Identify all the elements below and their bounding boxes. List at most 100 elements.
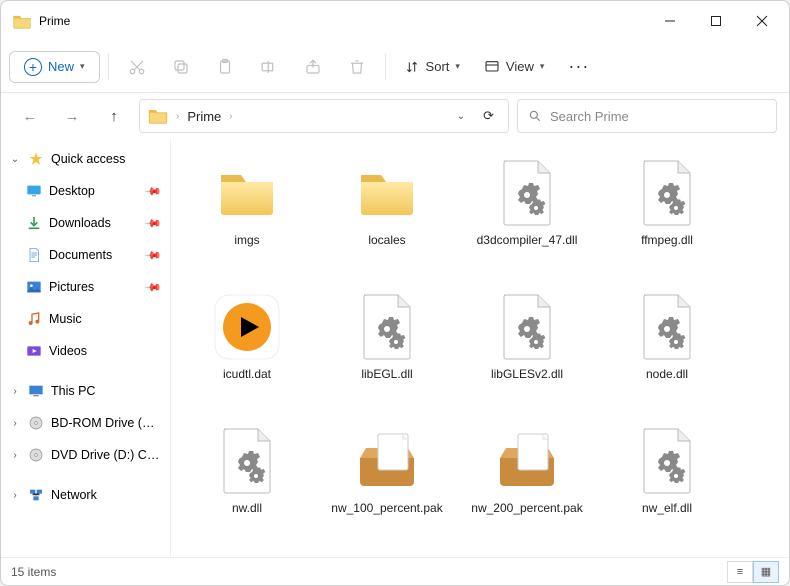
sidebar-item-this-pc[interactable]: › This PC xyxy=(3,375,168,407)
desktop-icon xyxy=(25,182,43,200)
sidebar-item-music[interactable]: Music xyxy=(3,303,168,335)
sidebar-item-label: This PC xyxy=(51,384,160,398)
file-item[interactable]: nw_100_percent.pak xyxy=(321,421,453,543)
disc-icon xyxy=(27,414,45,432)
file-icon xyxy=(351,425,423,497)
sidebar-item-label: BD-ROM Drive (E:) C xyxy=(51,416,160,430)
file-list[interactable]: imgslocales d3dcompiler_47.dll ffmpeg.dll i… xyxy=(171,139,789,557)
sidebar-item-documents[interactable]: Documents📌 xyxy=(3,239,168,271)
chevron-right-icon: › xyxy=(9,450,21,461)
file-item[interactable]: libGLESv2.dll xyxy=(461,287,593,409)
search-icon xyxy=(528,109,542,123)
search-input[interactable]: Search Prime xyxy=(517,99,777,133)
downloads-icon xyxy=(25,214,43,232)
body: ⌄ Quick access Desktop📌 Downloads📌 Docum… xyxy=(1,139,789,557)
sidebar-item-desktop[interactable]: Desktop📌 xyxy=(3,175,168,207)
file-name: icudtl.dat xyxy=(223,367,271,382)
sidebar-item-label: DVD Drive (D:) CCCC xyxy=(51,448,160,462)
chevron-down-icon: ▾ xyxy=(80,61,85,72)
large-icons-view-button[interactable]: ▦ xyxy=(753,561,779,583)
chevron-down-icon[interactable]: ⌄ xyxy=(453,111,469,122)
file-item[interactable]: nw_200_percent.pak xyxy=(461,421,593,543)
new-button[interactable]: + New ▾ xyxy=(9,51,100,83)
file-name: d3dcompiler_47.dll xyxy=(477,233,578,248)
file-item[interactable]: nw_elf.dll xyxy=(601,421,733,543)
file-item[interactable]: nw.dll xyxy=(181,421,313,543)
forward-button[interactable]: → xyxy=(55,99,89,133)
pictures-icon xyxy=(25,278,43,296)
videos-icon xyxy=(25,342,43,360)
file-item[interactable]: icudtl.dat xyxy=(181,287,313,409)
music-icon xyxy=(25,310,43,328)
maximize-button[interactable] xyxy=(693,5,739,37)
sidebar-item-network[interactable]: ›Network xyxy=(3,479,168,511)
file-item[interactable]: node.dll xyxy=(601,287,733,409)
sort-icon xyxy=(404,59,420,75)
more-button[interactable]: ··· xyxy=(558,56,599,77)
sidebar-item-quick-access[interactable]: ⌄ Quick access xyxy=(3,143,168,175)
file-item[interactable]: imgs xyxy=(181,153,313,275)
delete-button[interactable] xyxy=(337,49,377,85)
view-label: View xyxy=(506,59,534,74)
sidebar-item-pictures[interactable]: Pictures📌 xyxy=(3,271,168,303)
sidebar-item-label: Quick access xyxy=(51,152,160,166)
sidebar-item-label: Pictures xyxy=(49,280,140,294)
window-title: Prime xyxy=(39,14,70,28)
breadcrumb[interactable]: › Prime › ⌄ ⟳ xyxy=(139,99,509,133)
file-name: libEGL.dll xyxy=(361,367,412,382)
chevron-right-icon: › xyxy=(229,111,232,122)
back-button[interactable]: ← xyxy=(13,99,47,133)
file-icon xyxy=(491,157,563,229)
close-button[interactable] xyxy=(739,5,785,37)
address-bar: ← → ↑ › Prime › ⌄ ⟳ Search Prime xyxy=(1,93,789,139)
title-bar: Prime xyxy=(1,1,789,41)
details-view-button[interactable]: ≡ xyxy=(727,561,753,583)
minimize-button[interactable] xyxy=(647,5,693,37)
file-icon xyxy=(211,291,283,363)
chevron-down-icon: ⌄ xyxy=(9,154,21,165)
file-name: nw.dll xyxy=(232,501,262,516)
item-count: 15 items xyxy=(11,565,56,579)
sidebar-item-label: Music xyxy=(49,312,160,326)
file-icon xyxy=(211,425,283,497)
file-item[interactable]: locales xyxy=(321,153,453,275)
navigation-pane: ⌄ Quick access Desktop📌 Downloads📌 Docum… xyxy=(1,139,171,557)
copy-button[interactable] xyxy=(161,49,201,85)
sidebar-item-downloads[interactable]: Downloads📌 xyxy=(3,207,168,239)
sidebar-item-bdrom[interactable]: › BD-ROM Drive (E:) C xyxy=(3,407,168,439)
file-item[interactable]: ffmpeg.dll xyxy=(601,153,733,275)
chevron-right-icon: › xyxy=(9,386,21,397)
file-icon xyxy=(351,291,423,363)
chevron-down-icon: ▾ xyxy=(455,61,460,72)
sort-button[interactable]: Sort ▾ xyxy=(394,53,470,81)
file-item[interactable]: d3dcompiler_47.dll xyxy=(461,153,593,275)
sidebar-item-dvd[interactable]: › DVD Drive (D:) CCCC xyxy=(3,439,168,471)
folder-icon xyxy=(13,14,31,29)
star-icon xyxy=(27,150,45,168)
pin-icon: 📌 xyxy=(144,214,163,233)
pin-icon: 📌 xyxy=(144,182,163,201)
breadcrumb-item[interactable]: Prime xyxy=(187,109,221,124)
file-name: nw_100_percent.pak xyxy=(331,501,442,516)
file-name: nw_200_percent.pak xyxy=(471,501,582,516)
file-name: libGLESv2.dll xyxy=(491,367,563,382)
up-button[interactable]: ↑ xyxy=(97,99,131,133)
chevron-right-icon: › xyxy=(9,418,21,429)
file-icon xyxy=(631,157,703,229)
view-button[interactable]: View ▾ xyxy=(474,53,554,81)
plus-icon: + xyxy=(24,58,42,76)
cut-button[interactable] xyxy=(117,49,157,85)
pin-icon: 📌 xyxy=(144,246,163,265)
refresh-button[interactable]: ⟳ xyxy=(477,108,500,124)
rename-button[interactable] xyxy=(249,49,289,85)
file-item[interactable]: libEGL.dll xyxy=(321,287,453,409)
chevron-down-icon: ▾ xyxy=(540,61,545,72)
share-button[interactable] xyxy=(293,49,333,85)
sidebar-item-videos[interactable]: Videos xyxy=(3,335,168,367)
chevron-right-icon: › xyxy=(9,490,21,501)
file-icon xyxy=(211,157,283,229)
file-name: node.dll xyxy=(646,367,688,382)
paste-button[interactable] xyxy=(205,49,245,85)
pc-icon xyxy=(27,382,45,400)
explorer-window: Prime + New ▾ Sort ▾ View ▾ ··· xyxy=(0,0,790,586)
